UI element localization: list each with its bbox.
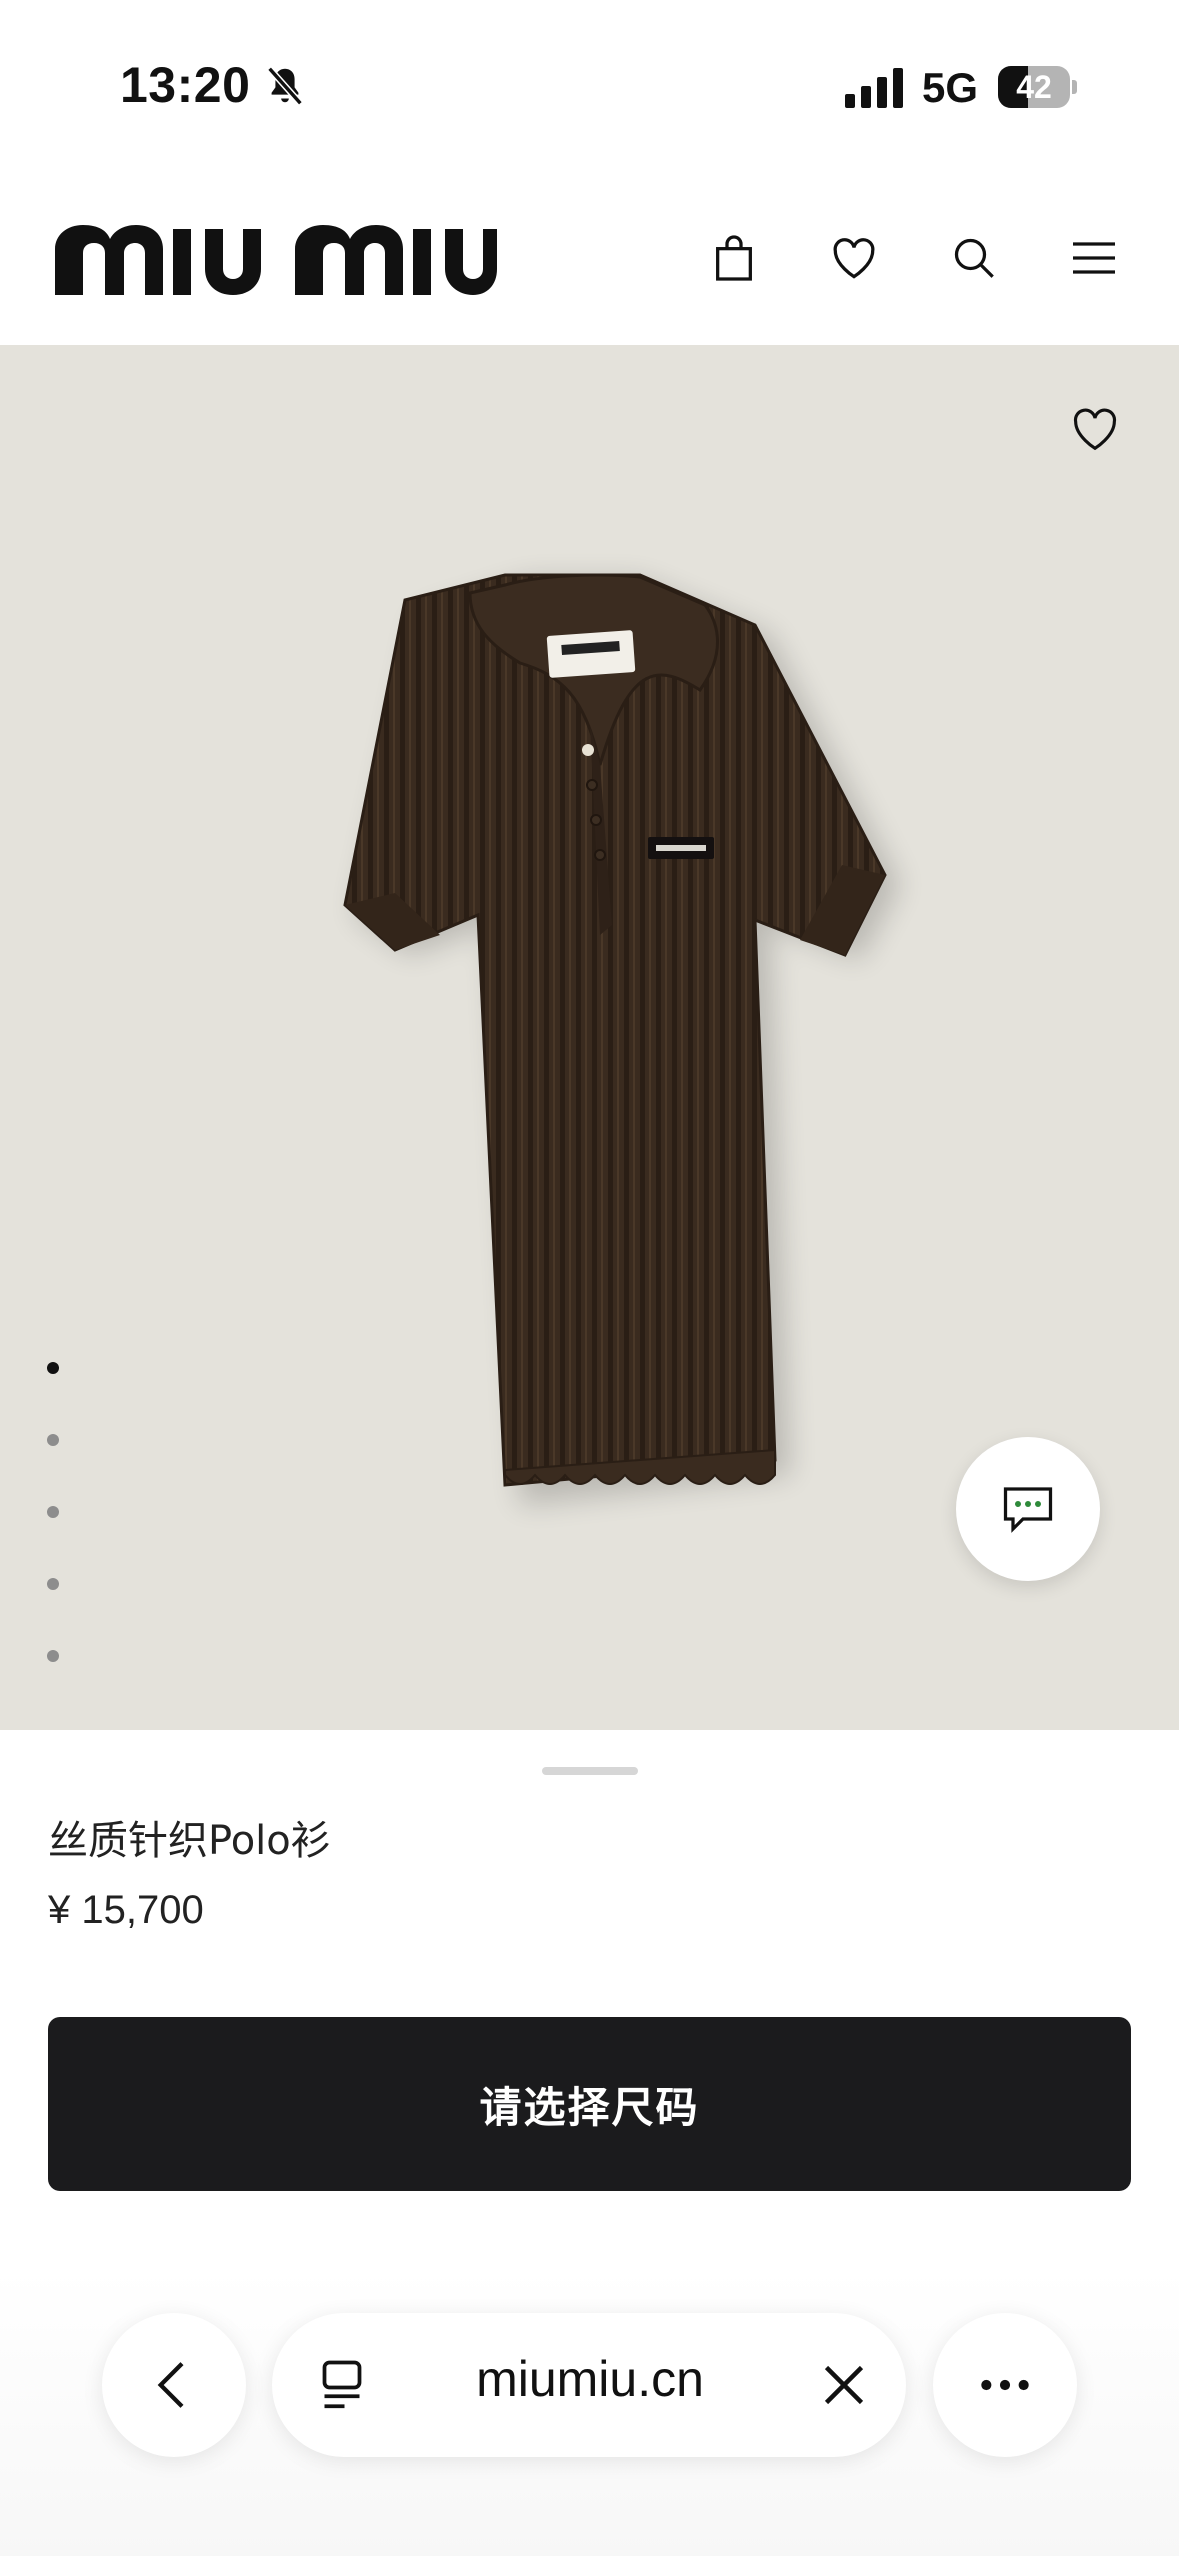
gallery-dot[interactable]: [47, 1434, 59, 1446]
battery-indicator: 42: [998, 66, 1077, 108]
battery-percent: 42: [1016, 69, 1052, 105]
shopping-bag-icon: [716, 235, 752, 281]
menu-icon: [1073, 242, 1115, 274]
select-size-button[interactable]: 请选择尺码: [48, 2017, 1131, 2191]
menu-button[interactable]: [1062, 226, 1126, 290]
shopping-bag-button[interactable]: [702, 226, 766, 290]
status-bar: 13:20 5G 42: [0, 0, 1179, 170]
back-button[interactable]: [102, 2313, 246, 2457]
miu-miu-logo[interactable]: [55, 225, 497, 295]
heart-icon: [833, 238, 875, 279]
heart-outline-icon[interactable]: [1064, 400, 1126, 458]
product-price: ¥ 15,700: [48, 1888, 204, 1932]
bell-slash-icon: [267, 66, 303, 106]
more-icon: [981, 2379, 1029, 2391]
status-time: 13:20: [120, 57, 251, 113]
gallery-dot[interactable]: [47, 1506, 59, 1518]
tabs-icon[interactable]: [312, 2355, 372, 2415]
more-button[interactable]: [933, 2313, 1077, 2457]
search-icon: [954, 238, 994, 278]
chat-button[interactable]: [956, 1437, 1100, 1581]
search-button[interactable]: [942, 226, 1006, 290]
url-text[interactable]: miumiu.cn: [380, 2350, 800, 2408]
clear-icon[interactable]: [814, 2355, 874, 2415]
gallery-dot[interactable]: [47, 1650, 59, 1662]
product-name: 丝质针织Polo衫: [48, 1818, 331, 1864]
chat-bubble-icon: [1003, 1487, 1053, 1533]
sheet-handle[interactable]: [542, 1767, 638, 1775]
gallery-dot[interactable]: [47, 1362, 59, 1374]
network-label: 5G: [922, 64, 979, 111]
gallery-dot[interactable]: [47, 1578, 59, 1590]
gallery-pagination[interactable]: [47, 1362, 61, 1722]
back-chevron-icon: [157, 2362, 184, 2408]
wishlist-button[interactable]: [822, 226, 886, 290]
signal-bars-icon: [845, 68, 903, 108]
